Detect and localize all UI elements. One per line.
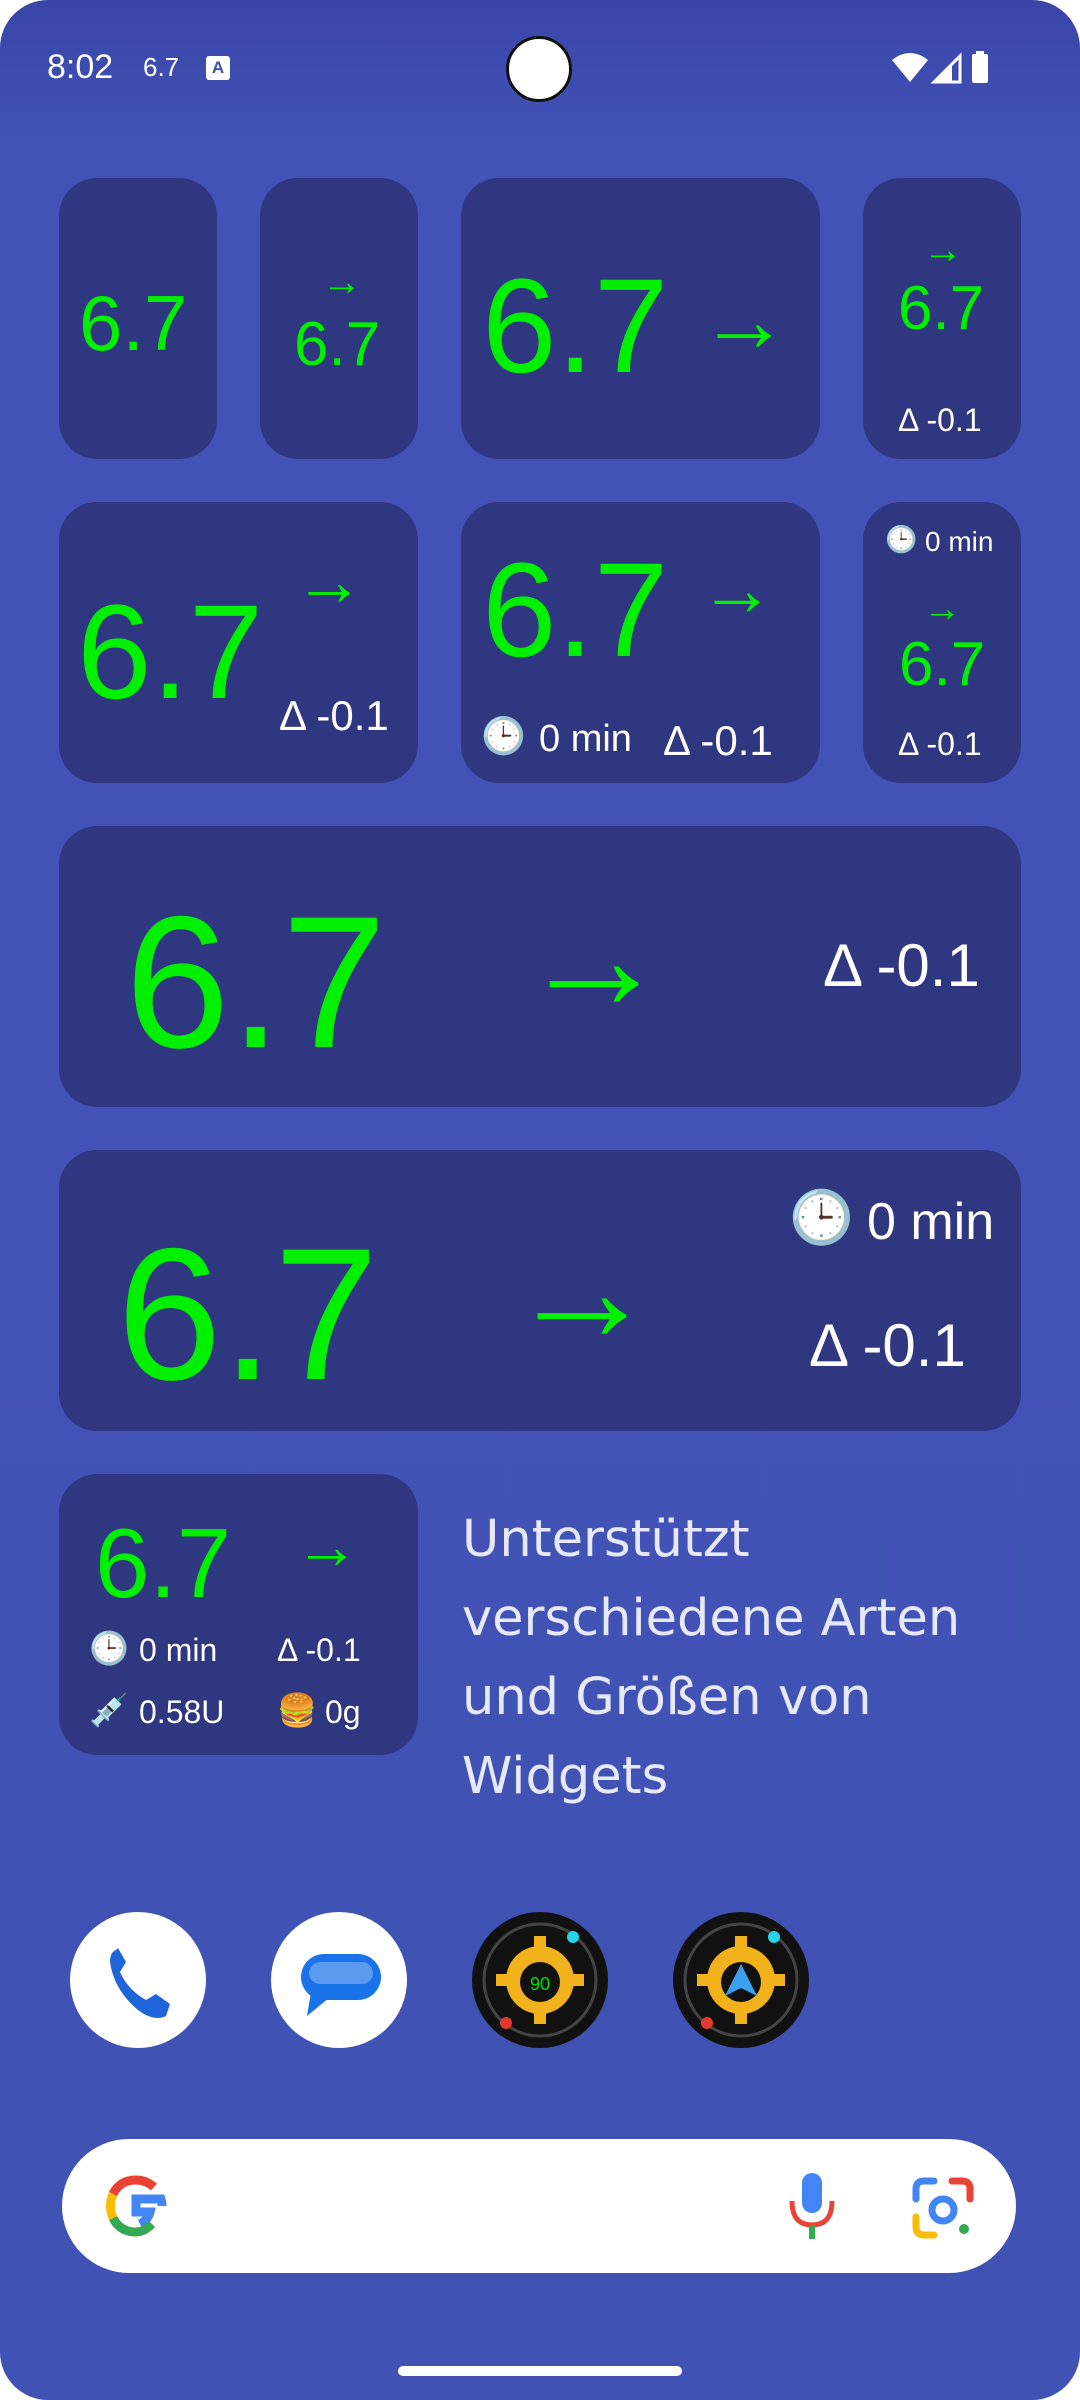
delta-value: Δ -0.1 [898, 726, 982, 762]
delta-value: Δ -0.1 [279, 692, 389, 739]
glucose-value: 6.7 [125, 877, 387, 1087]
status-time: 8:02 [47, 48, 114, 86]
glucose-value: 6.7 [95, 1508, 232, 1618]
google-g-icon [106, 2175, 167, 2237]
trend-arrow-icon: → [923, 228, 963, 272]
insulin-on-board: 0.58U [139, 1694, 225, 1730]
burger-icon: 🍔 [277, 1692, 317, 1728]
feature-description: Unterstützt verschiedene Arten und Größe… [462, 1510, 961, 1806]
glucodata-auto-app-icon[interactable] [673, 1912, 809, 2048]
widget-value-small[interactable]: 6.7 [59, 178, 217, 459]
carbs-on-board: 0g [325, 1694, 361, 1730]
glucose-value: 6.7 [898, 274, 985, 343]
delta-value: Δ -0.1 [898, 402, 982, 438]
home-gesture-bar[interactable] [398, 2366, 682, 2376]
widget-value-arrow-time-delta[interactable]: 6.7 → 🕒 0 min Δ -0.1 [461, 502, 820, 783]
widget-value-arrow-wide[interactable]: 6.7 → [461, 178, 820, 459]
glucose-value: 6.7 [482, 536, 669, 685]
trend-arrow-icon: → [507, 1205, 657, 1373]
time-since-reading: 0 min [139, 1632, 218, 1668]
trend-arrow-icon: → [295, 1510, 359, 1582]
google-search-bar[interactable] [62, 2139, 1016, 2273]
front-camera [506, 36, 572, 102]
delta-value: Δ -0.1 [277, 1632, 361, 1668]
delta-value: Δ -0.1 [823, 932, 980, 999]
widget-arrow-value-delta[interactable]: → 6.7 Δ -0.1 [863, 178, 1021, 459]
wifi-icon [892, 53, 928, 82]
google-lens-icon[interactable] [908, 2173, 978, 2243]
status-icons [892, 51, 988, 84]
time-since-reading: 0 min [925, 526, 994, 557]
trend-arrow-icon: → [322, 260, 362, 304]
home-screen: 8:02 6.7 A 6.7 → 6.7 6.7 → → 6.7 Δ -0.1 … [0, 0, 1080, 2400]
widget-value-arrow-delta[interactable]: 6.7 → Δ -0.1 [59, 502, 418, 783]
time-since-reading: 0 min [539, 718, 632, 760]
clock-icon: 🕒 [885, 524, 918, 554]
widget-value-arrow-small[interactable]: → 6.7 [260, 178, 418, 459]
clock-icon: 🕒 [789, 1189, 854, 1247]
glucose-value: 6.7 [294, 310, 381, 379]
trend-arrow-icon: → [923, 588, 961, 630]
widget-full-details[interactable]: 6.7 → 🕒 0 min Δ -0.1 💉 0.58U 🍔 0g [59, 1474, 418, 1755]
trend-arrow-icon: → [519, 873, 669, 1041]
syringe-icon: 💉 [89, 1692, 129, 1728]
delta-value: Δ -0.1 [663, 717, 773, 764]
battery-icon [972, 54, 988, 83]
notification-app-icon: A [206, 56, 230, 80]
phone-app-icon[interactable] [70, 1912, 206, 2048]
clock-icon: 🕒 [481, 715, 526, 756]
glucose-value: 6.7 [79, 279, 188, 367]
status-glucose-value: 6.7 [143, 52, 180, 82]
app-badge-value: 90 [530, 1974, 550, 1994]
clock-icon: 🕒 [89, 1630, 129, 1666]
messages-app-icon[interactable] [271, 1912, 407, 2048]
widget-large-value-arrow-time-delta[interactable]: 6.7 → 🕒 0 min Δ -0.1 [59, 1150, 1021, 1431]
widget-time-arrow-value-delta[interactable]: 🕒 0 min → 6.7 Δ -0.1 [863, 502, 1021, 783]
widget-large-value-arrow-delta[interactable]: 6.7 → Δ -0.1 [59, 826, 1021, 1107]
glucose-value: 6.7 [482, 252, 669, 401]
trend-arrow-icon: → [699, 547, 775, 632]
trend-arrow-icon: → [294, 542, 364, 620]
glucose-value: 6.7 [117, 1209, 379, 1419]
glucodata-app-icon[interactable]: 90 [472, 1912, 608, 2048]
time-since-reading: 0 min [867, 1193, 995, 1251]
glucose-value: 6.7 [77, 578, 264, 727]
trend-arrow-icon: → [699, 271, 789, 371]
delta-value: Δ -0.1 [809, 1312, 966, 1379]
glucose-value: 6.7 [899, 630, 986, 699]
microphone-icon[interactable] [782, 2169, 842, 2245]
